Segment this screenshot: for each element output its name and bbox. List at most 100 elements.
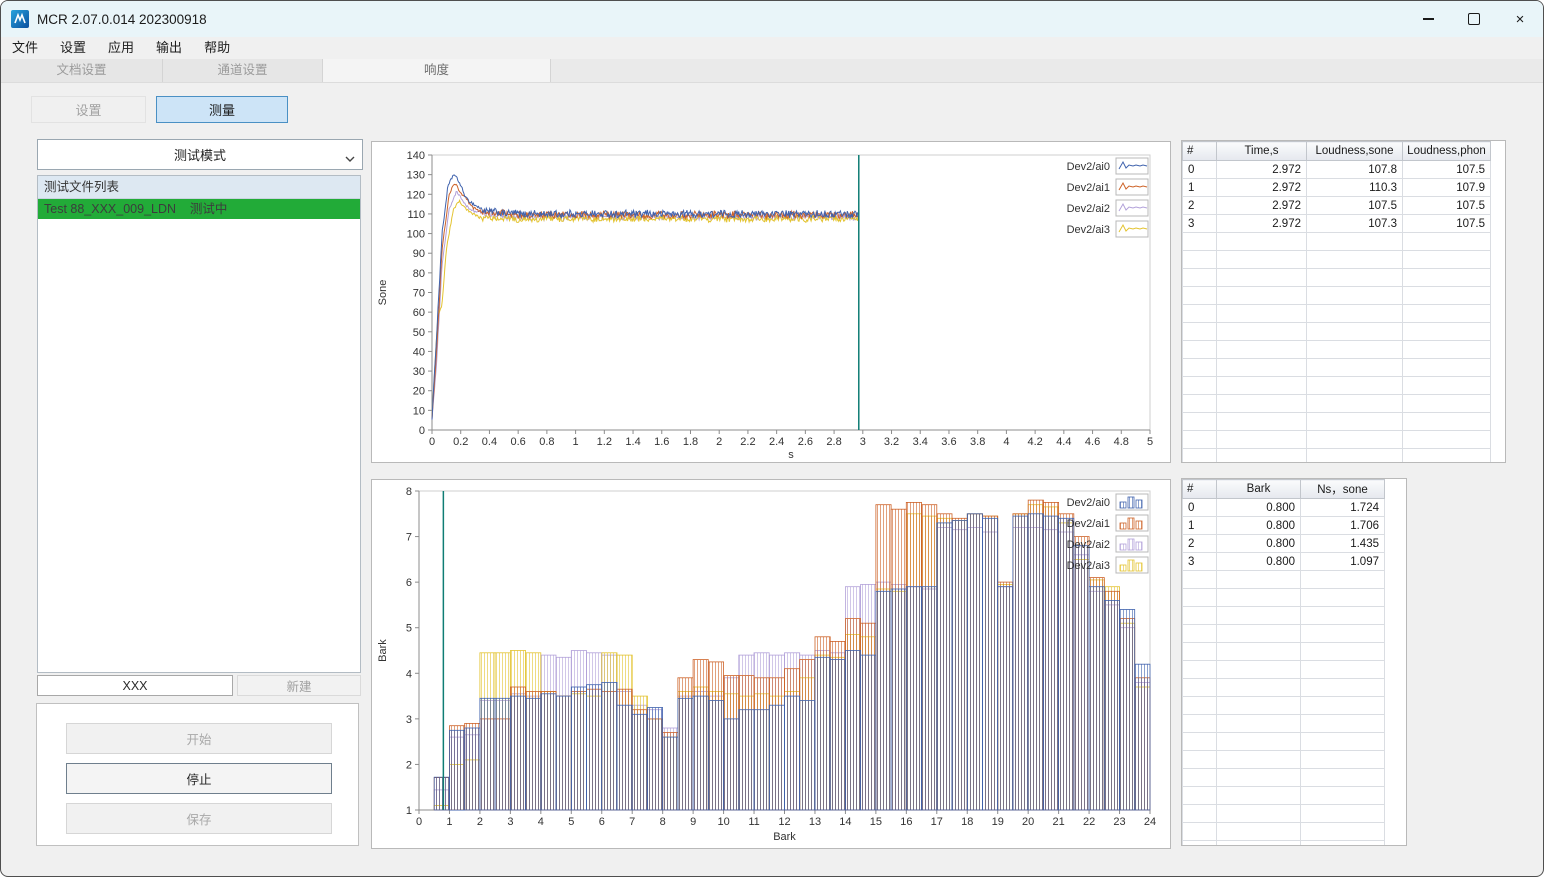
menu-item-settings[interactable]: 设置 (49, 37, 97, 59)
specific-loudness-table-row[interactable]: 2 0.800 1.435 (1182, 534, 1385, 553)
legend-entry-Dev2/ai0[interactable]: Dev2/ai0 (1067, 493, 1149, 511)
specific-loudness-table-empty-row (1182, 786, 1385, 805)
svg-text:7: 7 (406, 532, 412, 544)
tab-channel-settings[interactable]: 通道设置 (163, 59, 323, 82)
specific-loudness-chart-panel: 0 1 2 3 4 5 6 7 8 9 10 11 12 13 14 15 16 17 18 19 20 21 22 23 24… (371, 479, 1171, 849)
svg-text:130: 130 (407, 170, 425, 182)
legend-entry-Dev2/ai1[interactable]: Dev2/ai1 (1067, 514, 1149, 532)
loudness-table-empty-row (1182, 394, 1491, 413)
specific-loudness-table-empty-row (1182, 642, 1385, 661)
svg-text:11: 11 (748, 816, 759, 828)
svg-text:10: 10 (413, 405, 425, 417)
tab-document-settings[interactable]: 文档设置 (1, 59, 163, 82)
specific-loudness-table-empty-row (1182, 678, 1385, 697)
loudness-table-empty-row (1182, 322, 1491, 341)
x-axis-ticks: 0 0.2 0.4 0.6 0.8 1 1.2 1.4 1.6 1.8 2 2.2 2.4 2.6 2.8 3… (429, 430, 1153, 448)
tab-loudness[interactable]: 响度 (323, 59, 551, 82)
close-button[interactable]: × (1497, 1, 1543, 37)
svg-text:4.8: 4.8 (1114, 436, 1129, 448)
loudness-table-empty-row (1182, 232, 1491, 251)
svg-text:3: 3 (860, 436, 866, 448)
specific-loudness-table-empty-row (1182, 606, 1385, 625)
loudness-table-header[interactable]: Loudness,phon (1402, 141, 1491, 161)
legend-entry-Dev2/ai3[interactable]: Dev2/ai3 (1067, 220, 1149, 238)
specific-loudness-table-row[interactable]: 1 0.800 1.706 (1182, 516, 1385, 535)
start-button[interactable]: 开始 (66, 723, 332, 754)
minimize-button[interactable] (1405, 1, 1451, 37)
specific-loudness-table-row[interactable]: 3 0.800 1.097 (1182, 552, 1385, 571)
svg-text:3: 3 (406, 714, 412, 726)
svg-text:16: 16 (900, 816, 912, 828)
x-axis-label: s (788, 449, 794, 461)
svg-text:Dev2/ai3: Dev2/ai3 (1067, 224, 1110, 236)
xxx-button[interactable]: XXX (37, 675, 233, 696)
test-mode-dropdown[interactable]: 测试模式 (37, 139, 363, 170)
loudness-time-chart-panel: 0 0.2 0.4 0.6 0.8 1 1.2 1.4 1.6 1.8 2 2.2 2.4 2.6 2.8 3… (371, 141, 1171, 463)
menu-item-help[interactable]: 帮助 (193, 37, 241, 59)
specific-loudness-table-empty-row (1182, 732, 1385, 751)
svg-text:30: 30 (413, 366, 425, 378)
loudness-time-chart[interactable]: 0 0.2 0.4 0.6 0.8 1 1.2 1.4 1.6 1.8 2 2.2 2.4 2.6 2.8 3… (372, 142, 1170, 462)
loudness-table-row[interactable]: 3 2.972 107.3 107.5 (1182, 214, 1491, 233)
loudness-table-row[interactable]: 0 2.972 107.8 107.5 (1182, 160, 1491, 179)
svg-text:20: 20 (1022, 816, 1034, 828)
svg-text:1: 1 (406, 805, 412, 817)
svg-text:15: 15 (870, 816, 882, 828)
svg-text:4.4: 4.4 (1056, 436, 1071, 448)
loudness-table-empty-row (1182, 340, 1491, 359)
menu-item-file[interactable]: 文件 (1, 37, 49, 59)
y-axis-ticks: 1 2 3 4 5 6 7 8 (406, 486, 419, 817)
save-button[interactable]: 保存 (66, 803, 332, 834)
menu-item-apply[interactable]: 应用 (97, 37, 145, 59)
svg-text:110: 110 (407, 209, 425, 221)
specific-loudness-table-wrap: # Bark Ns，sone 0 0.800 1.724 1 0.800 1.706 2 0.800… (1182, 479, 1406, 845)
svg-text:12: 12 (778, 816, 790, 828)
loudness-table-header[interactable]: Loudness,sone (1306, 141, 1403, 161)
specific-loudness-table-header[interactable]: Ns，sone (1300, 479, 1385, 499)
specific-loudness-table-empty-row (1182, 588, 1385, 607)
specific-loudness-table-header[interactable]: Bark (1216, 479, 1301, 499)
loudness-table-header[interactable]: # (1182, 141, 1217, 161)
svg-text:20: 20 (413, 386, 425, 398)
svg-text:5: 5 (406, 623, 412, 635)
svg-text:0.8: 0.8 (539, 436, 554, 448)
close-icon: × (1515, 10, 1525, 28)
loudness-table-header[interactable]: Time,s (1216, 141, 1307, 161)
legend-entry-Dev2/ai3[interactable]: Dev2/ai3 (1067, 556, 1149, 574)
maximize-button[interactable] (1451, 1, 1497, 37)
specific-loudness-table-empty-row (1182, 804, 1385, 823)
settings-subtab-button[interactable]: 设置 (31, 96, 146, 123)
svg-text:Dev2/ai3: Dev2/ai3 (1067, 560, 1110, 572)
svg-text:2.4: 2.4 (769, 436, 784, 448)
svg-text:0.4: 0.4 (482, 436, 497, 448)
specific-loudness-table-empty-row (1182, 624, 1385, 643)
svg-text:1.4: 1.4 (625, 436, 640, 448)
y-axis-ticks: 0 10 20 30 40 50 60 70 80 90 100 110 120 130 140 (407, 150, 432, 437)
legend-entry-Dev2/ai2[interactable]: Dev2/ai2 (1067, 199, 1149, 217)
svg-text:Dev2/ai1: Dev2/ai1 (1067, 182, 1110, 194)
svg-text:18: 18 (961, 816, 973, 828)
specific-loudness-chart[interactable]: 0 1 2 3 4 5 6 7 8 9 10 11 12 13 14 15 16 17 18 19 20 21 22 23 24… (372, 480, 1170, 848)
new-button[interactable]: 新建 (237, 675, 361, 696)
legend-entry-Dev2/ai1[interactable]: Dev2/ai1 (1067, 178, 1149, 196)
test-file-item[interactable]: Test 88_XXX_009_LDN 测试中 (38, 199, 360, 219)
menu-item-output[interactable]: 输出 (145, 37, 193, 59)
stop-button[interactable]: 停止 (66, 763, 332, 794)
loudness-table-row[interactable]: 1 2.972 110.3 107.9 (1182, 178, 1491, 197)
legend-entry-Dev2/ai2[interactable]: Dev2/ai2 (1067, 535, 1149, 553)
window-controls: × (1405, 1, 1543, 37)
loudness-table-empty-row (1182, 268, 1491, 287)
svg-text:8: 8 (406, 486, 412, 498)
svg-text:140: 140 (407, 150, 425, 162)
svg-text:3.8: 3.8 (970, 436, 985, 448)
specific-loudness-table-header[interactable]: # (1182, 479, 1217, 499)
svg-text:19: 19 (992, 816, 1004, 828)
specific-loudness-table-row[interactable]: 0 0.800 1.724 (1182, 498, 1385, 517)
svg-text:1: 1 (573, 436, 579, 448)
loudness-table-row[interactable]: 2 2.972 107.5 107.5 (1182, 196, 1491, 215)
svg-text:0: 0 (419, 425, 425, 437)
svg-text:21: 21 (1053, 816, 1065, 828)
measure-subtab-button[interactable]: 测量 (156, 96, 288, 123)
svg-text:13: 13 (809, 816, 821, 828)
legend-entry-Dev2/ai0[interactable]: Dev2/ai0 (1067, 157, 1149, 175)
